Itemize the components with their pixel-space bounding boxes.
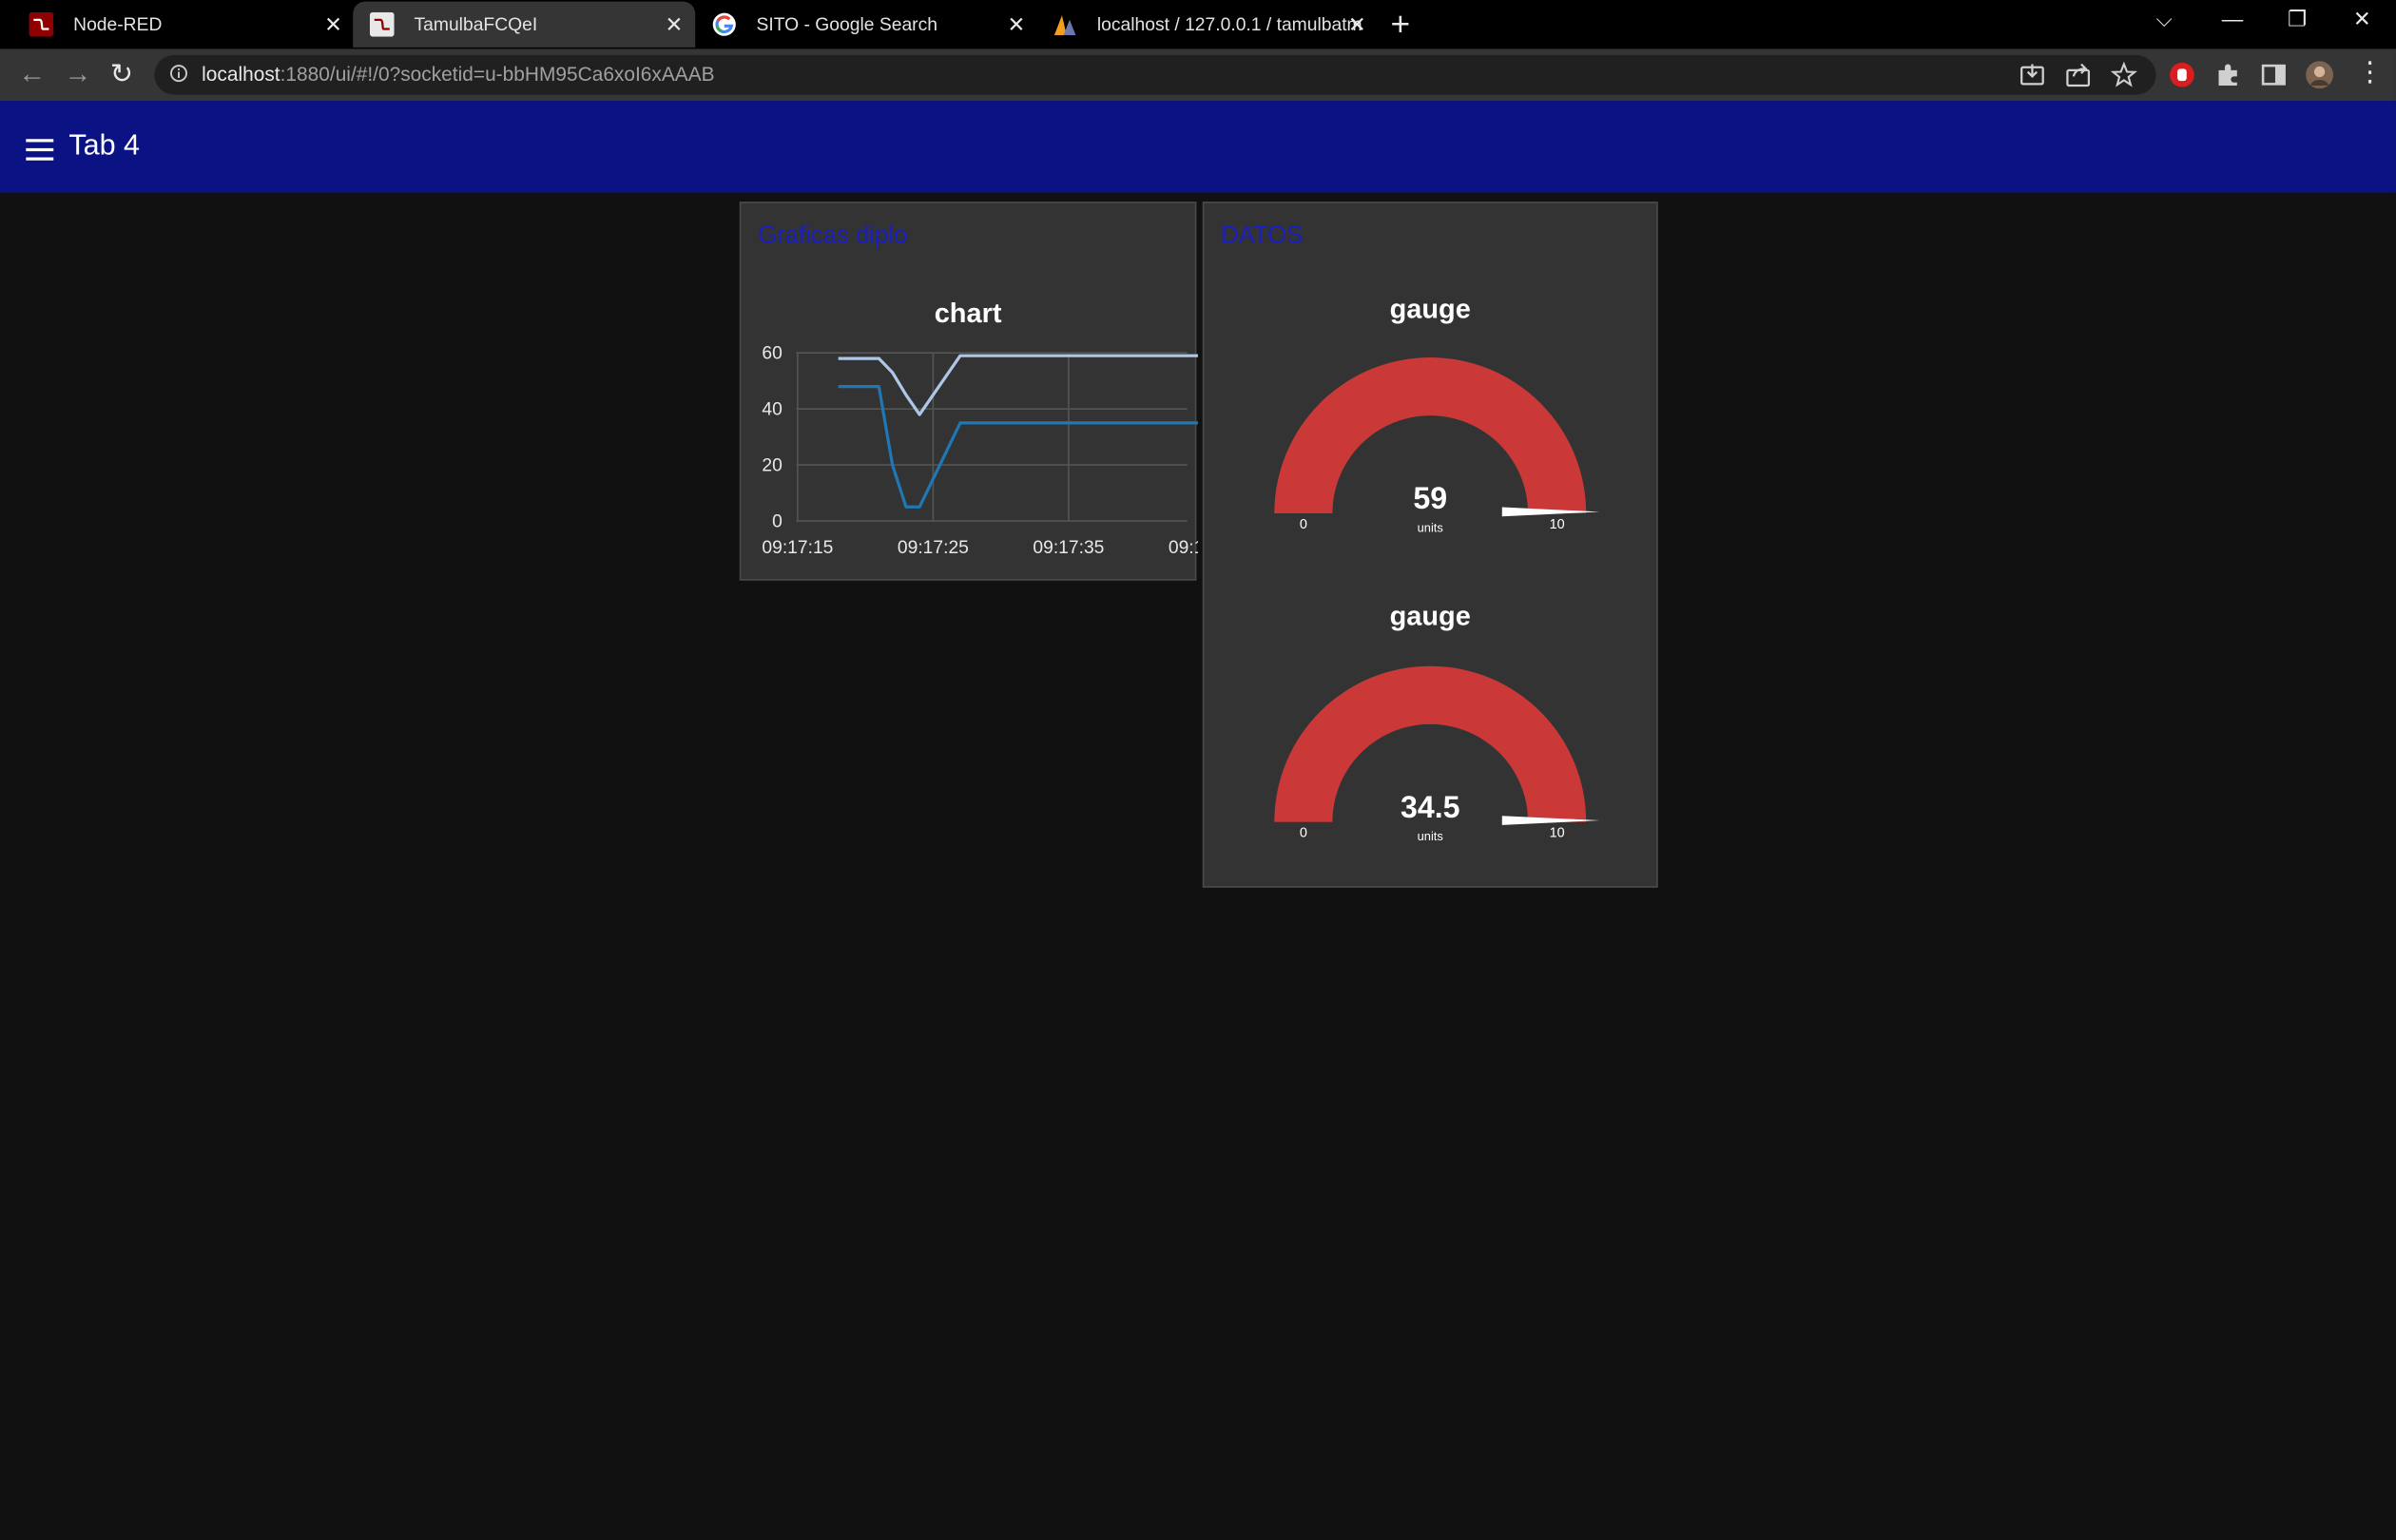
back-arrow-icon[interactable]: ← [18, 58, 46, 90]
y-tick-label: 0 [772, 511, 783, 531]
x-tick-label: 09:17:45 [1169, 538, 1198, 558]
url-text: localhost:1880/ui/#!/0?socketid=u-bbHM95… [202, 63, 714, 86]
restore-button[interactable]: ❐ [2288, 6, 2307, 31]
minimize-button[interactable]: — [2222, 6, 2243, 30]
gauge-units: units [1418, 520, 1443, 534]
close-tab-icon[interactable]: ✕ [666, 2, 684, 48]
share-icon[interactable] [2064, 61, 2092, 88]
line-chart: 0 20 40 60 09:17:15 09:17:25 09:17:35 09:17:45 [762, 344, 1198, 558]
install-app-icon[interactable] [2019, 61, 2046, 88]
gauge-widget: 59 units 0 10 [1274, 357, 1600, 534]
tab-title: localhost / 127.0.0.1 / tamulbatm [1096, 13, 1362, 35]
x-tick-label: 09:17:25 [898, 538, 969, 558]
gauge-units: units [1418, 829, 1443, 843]
gauge-widget: 34.5 units 0 10 [1274, 665, 1600, 843]
profile-avatar[interactable] [2306, 61, 2334, 89]
x-tick-label: 09:17:35 [1033, 538, 1104, 558]
close-tab-icon[interactable]: ✕ [1348, 2, 1366, 48]
gauge-value: 34.5 [1401, 790, 1460, 824]
gauge-max-label: 10 [1550, 826, 1565, 841]
browser-menu-icon[interactable]: ⋮ [2356, 56, 2384, 88]
close-tab-icon[interactable]: ✕ [324, 2, 342, 48]
node-red-icon [29, 11, 54, 37]
bookmark-star-icon[interactable] [2110, 61, 2137, 88]
gauge-min-label: 0 [1300, 517, 1307, 532]
group-graficas-diplo: Graficas diplo chart 0 20 40 60 09:17:15 09:1… [739, 202, 1198, 581]
phpmyadmin-icon [1053, 15, 1076, 35]
info-icon[interactable] [169, 64, 188, 83]
new-tab-button[interactable]: + [1390, 5, 1410, 45]
extensions-puzzle-icon[interactable] [2214, 61, 2242, 88]
browser-tab-strip: Node-RED ✕ TamulbaFCQeI ✕ SITO - Google … [0, 0, 2396, 49]
page-title: Tab 4 [68, 129, 141, 163]
google-icon [712, 12, 736, 36]
tab-title: TamulbaFCQeI [414, 13, 538, 35]
browser-tab-phpmyadmin[interactable]: localhost / 127.0.0.1 / tamulbatm ✕ [1036, 2, 1379, 48]
forward-arrow-icon[interactable]: → [64, 58, 91, 90]
browser-tab-dashboard[interactable]: TamulbaFCQeI ✕ [353, 1, 696, 48]
reload-icon[interactable]: ↻ [110, 58, 133, 90]
tab-title: SITO - Google Search [756, 13, 937, 35]
gauge-min-label: 0 [1300, 826, 1307, 841]
group-datos: DATOS gauge 59 units 0 10 gauge 34.5 units 0 1… [1202, 202, 1658, 888]
url-path: :1880/ui/#!/0?socketid=u-bbHM95Ca6xoI6xA… [280, 62, 715, 86]
x-tick-label: 09:17:15 [762, 538, 833, 558]
browser-tab-google[interactable]: SITO - Google Search ✕ [695, 2, 1037, 48]
adblock-extension-icon[interactable] [2168, 61, 2195, 88]
y-tick-label: 40 [762, 400, 782, 420]
group-title: DATOS [1221, 222, 1304, 249]
chart-series-line-2 [838, 384, 1198, 509]
gauge-title: gauge [1389, 293, 1471, 324]
gauge-title: gauge [1389, 600, 1471, 631]
chart-series-line-1 [838, 354, 1198, 416]
close-tab-icon[interactable]: ✕ [1008, 2, 1026, 48]
browser-toolbar: ← → ↻ localhost:1880/ui/#!/0?socketid=u-… [0, 48, 2396, 102]
node-red-icon [369, 11, 395, 37]
dashboard-toolbar: Tab 4 [0, 101, 2396, 193]
hamburger-menu-icon[interactable] [26, 139, 54, 161]
tab-search-icon[interactable]: ⌵ [2156, 6, 2173, 31]
y-tick-label: 60 [762, 344, 782, 364]
url-host: localhost [202, 62, 280, 86]
address-bar[interactable]: localhost:1880/ui/#!/0?socketid=u-bbHM95… [154, 54, 2156, 95]
y-tick-label: 20 [762, 456, 782, 476]
side-panel-icon[interactable] [2260, 61, 2288, 88]
gauge-max-label: 10 [1550, 517, 1565, 532]
tab-title: Node-RED [73, 13, 163, 35]
browser-tab-node-red[interactable]: Node-RED ✕ [12, 2, 355, 48]
close-window-button[interactable]: ✕ [2353, 6, 2371, 31]
gauge-value: 59 [1413, 481, 1447, 515]
